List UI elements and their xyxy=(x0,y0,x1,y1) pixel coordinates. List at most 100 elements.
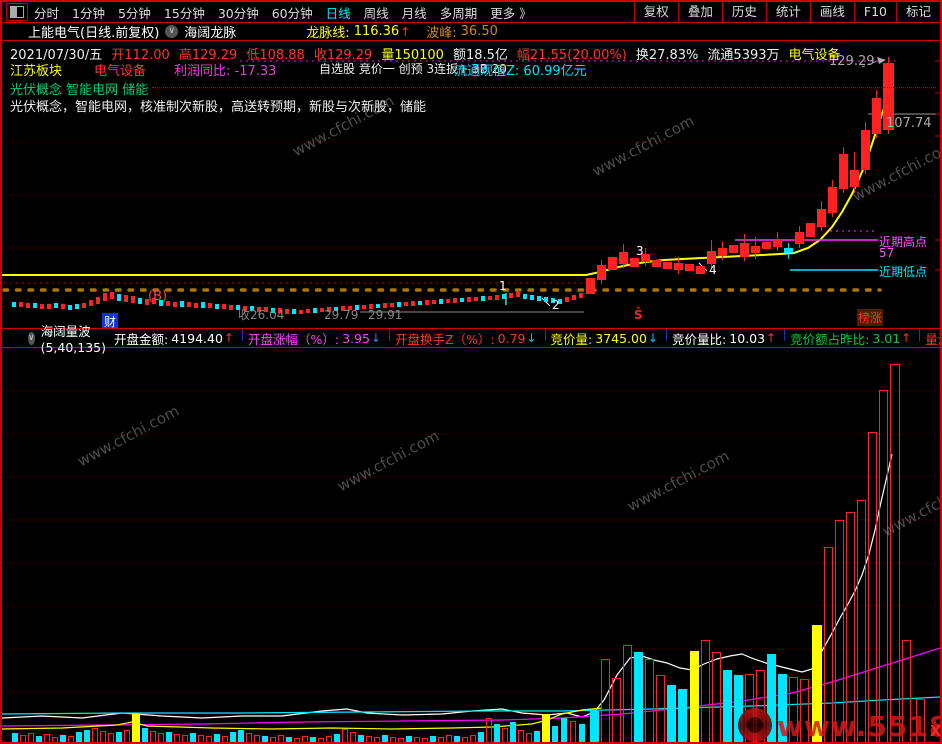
volume-bar xyxy=(190,733,196,742)
auction-value-z: 流通观值Z: 60.99亿元 xyxy=(454,64,587,79)
sub-field-label: 竞价额占昨比: xyxy=(790,331,870,347)
sub-field-4: 竞价量比: 10.03 ↑ xyxy=(672,329,776,348)
volume-bar xyxy=(246,733,252,742)
toolbar-button-1[interactable]: 叠加 xyxy=(677,2,722,22)
volume-bar xyxy=(478,732,484,742)
dotted-divider xyxy=(152,87,936,88)
volume-bar xyxy=(222,736,228,742)
toolbar-button-2[interactable]: 历史 xyxy=(721,2,766,22)
up-arrow-icon: ↑ xyxy=(400,24,411,39)
sector-tag[interactable]: 电气设备 xyxy=(94,60,146,79)
period-tab-10[interactable]: 更多 》 xyxy=(490,6,531,21)
chevron-down-icon[interactable]: ∨ xyxy=(28,331,35,345)
volume-bar xyxy=(278,735,284,742)
bang-zhang-badge[interactable]: 榜涨 xyxy=(857,309,884,326)
volume-bar xyxy=(28,733,34,742)
period-tab-6[interactable]: 日线 xyxy=(326,6,351,21)
price-label-prev: 107.74 xyxy=(886,116,932,131)
period-tab-8[interactable]: 月线 xyxy=(402,6,427,21)
period-tab-5[interactable]: 60分钟 xyxy=(272,6,313,21)
sub-field-label: 开盘换手Z（%）: xyxy=(394,331,495,347)
volume-bar xyxy=(158,733,164,742)
volume-bar xyxy=(667,685,676,742)
count-marker-2: 2 xyxy=(552,298,560,312)
volume-bar xyxy=(366,736,372,742)
volume-bar xyxy=(486,718,492,742)
volume-bar xyxy=(254,735,260,742)
volume-bar xyxy=(52,737,58,742)
volume-bar xyxy=(108,733,114,742)
volume-bar xyxy=(612,678,621,742)
field-separator xyxy=(919,328,921,341)
period-tab-3[interactable]: 15分钟 xyxy=(164,6,205,21)
toolbar-button-3[interactable]: 统计 xyxy=(765,2,810,22)
concept-list: 光伏概念，智能电网，核准制次新股，高送转预期，新股与次新股，储能 xyxy=(10,100,427,115)
period-tab-7[interactable]: 周线 xyxy=(364,6,389,21)
period-tab-1[interactable]: 1分钟 xyxy=(72,6,105,21)
volume-bar xyxy=(868,432,877,742)
toolbar-button-6[interactable]: 标记 xyxy=(895,2,940,22)
volume-bar xyxy=(326,736,332,742)
dragon-line-value: 116.36 xyxy=(353,24,400,39)
volume-bar xyxy=(166,732,172,742)
recent-high-value: 57 xyxy=(879,246,895,260)
toolbar-button-5[interactable]: F10 xyxy=(853,2,896,22)
down-arrow-icon: ↓ xyxy=(370,331,381,345)
volume-bar xyxy=(294,738,300,742)
volume-bar xyxy=(470,735,476,742)
volume-bar xyxy=(406,736,412,742)
period-tab-0[interactable]: 分时 xyxy=(34,6,59,21)
sub-indicator-fields: 开盘金额: 4194.40 ↑ 开盘涨幅（%）: 3.95 ↓ 开盘换手Z（%）: 0.79 ↓… xyxy=(114,328,940,348)
volume-bar xyxy=(690,651,699,742)
trading-app-window: 分时 1分钟 5分钟 15分钟 30分钟 60分钟 日线 周线 月线 多周期 更多 》 复权 叠加 历史… xyxy=(0,0,942,744)
dragon-line-label: 龙脉线: xyxy=(306,26,350,41)
main-indicator-name[interactable]: 海阔龙脉 xyxy=(184,22,236,41)
toolbar-button-0[interactable]: 复权 xyxy=(633,2,678,22)
volume-bar xyxy=(601,659,610,742)
profit-yoy: 利润同比: -17.33 xyxy=(174,64,277,79)
volume-bar xyxy=(454,736,460,742)
wave-peak-label: 波峰: xyxy=(426,26,457,41)
sub-field-value: 3745.00 xyxy=(595,330,647,346)
top-toolbar: 分时 1分钟 5分钟 15分钟 30分钟 60分钟 日线 周线 月线 多周期 更多 》 复权 叠加 历史… xyxy=(2,2,940,23)
volume-bar xyxy=(561,718,567,742)
volume-bar xyxy=(270,737,276,742)
volume-bar xyxy=(84,730,90,742)
field-separator xyxy=(544,328,546,341)
down-arrow-icon: ↓ xyxy=(526,331,537,345)
layout-icon[interactable] xyxy=(6,3,28,21)
stock-title-row: 上能电气(日线.前复权) ∨ 海阔龙脉 龙脉线: 116.36 ↑ 波峰: 36… xyxy=(2,23,940,41)
sub-field-label: 开盘金额: xyxy=(114,331,169,347)
sub-field-0: 开盘金额: 4194.40 ↑ xyxy=(114,329,234,348)
volume-bar xyxy=(318,738,324,742)
volume-bar xyxy=(150,731,156,742)
period-tab-2[interactable]: 5分钟 xyxy=(118,6,151,21)
toolbar-button-4[interactable]: 画线 xyxy=(809,2,854,22)
volume-bar xyxy=(238,730,244,742)
volume-bar xyxy=(60,735,66,742)
volume-bar xyxy=(502,728,508,742)
chevron-down-icon[interactable]: ∨ xyxy=(165,25,179,38)
period-tabs: 分时 1分钟 5分钟 15分钟 30分钟 60分钟 日线 周线 月线 多周期 更多 》 xyxy=(34,3,545,22)
down-arrow-icon: ↓ xyxy=(647,331,659,345)
volume-bar xyxy=(374,737,380,742)
period-tab-4[interactable]: 30分钟 xyxy=(218,6,259,21)
volume-bar xyxy=(510,722,516,742)
period-tab-9[interactable]: 多周期 xyxy=(440,6,478,21)
buy-signal-marker: (B) xyxy=(148,289,168,304)
volume-bar xyxy=(132,714,140,742)
volume-bar xyxy=(68,736,74,742)
volume-bar xyxy=(398,738,404,742)
up-arrow-icon: ↑ xyxy=(223,331,234,345)
volume-bar xyxy=(656,675,665,742)
recent-low-label: 近期低点 xyxy=(879,265,928,279)
board-tag[interactable]: 江苏板块 xyxy=(10,60,62,79)
sub-field-value: 4194.40 xyxy=(171,330,223,346)
tag-row: 江苏板块 电气设备 利润同比: -17.33 自选股 竞价一 创预 3连扳+ 3… xyxy=(2,60,940,79)
watermark-close-icon[interactable]: X xyxy=(930,722,940,740)
sub-field-label: 量波: xyxy=(925,331,940,347)
note-29-79: 29.79 xyxy=(324,308,359,322)
volume-bar xyxy=(358,735,364,742)
volume-bar xyxy=(634,652,643,742)
sub-indicator-name[interactable]: 海阔量波(5,40,135) xyxy=(41,321,106,355)
